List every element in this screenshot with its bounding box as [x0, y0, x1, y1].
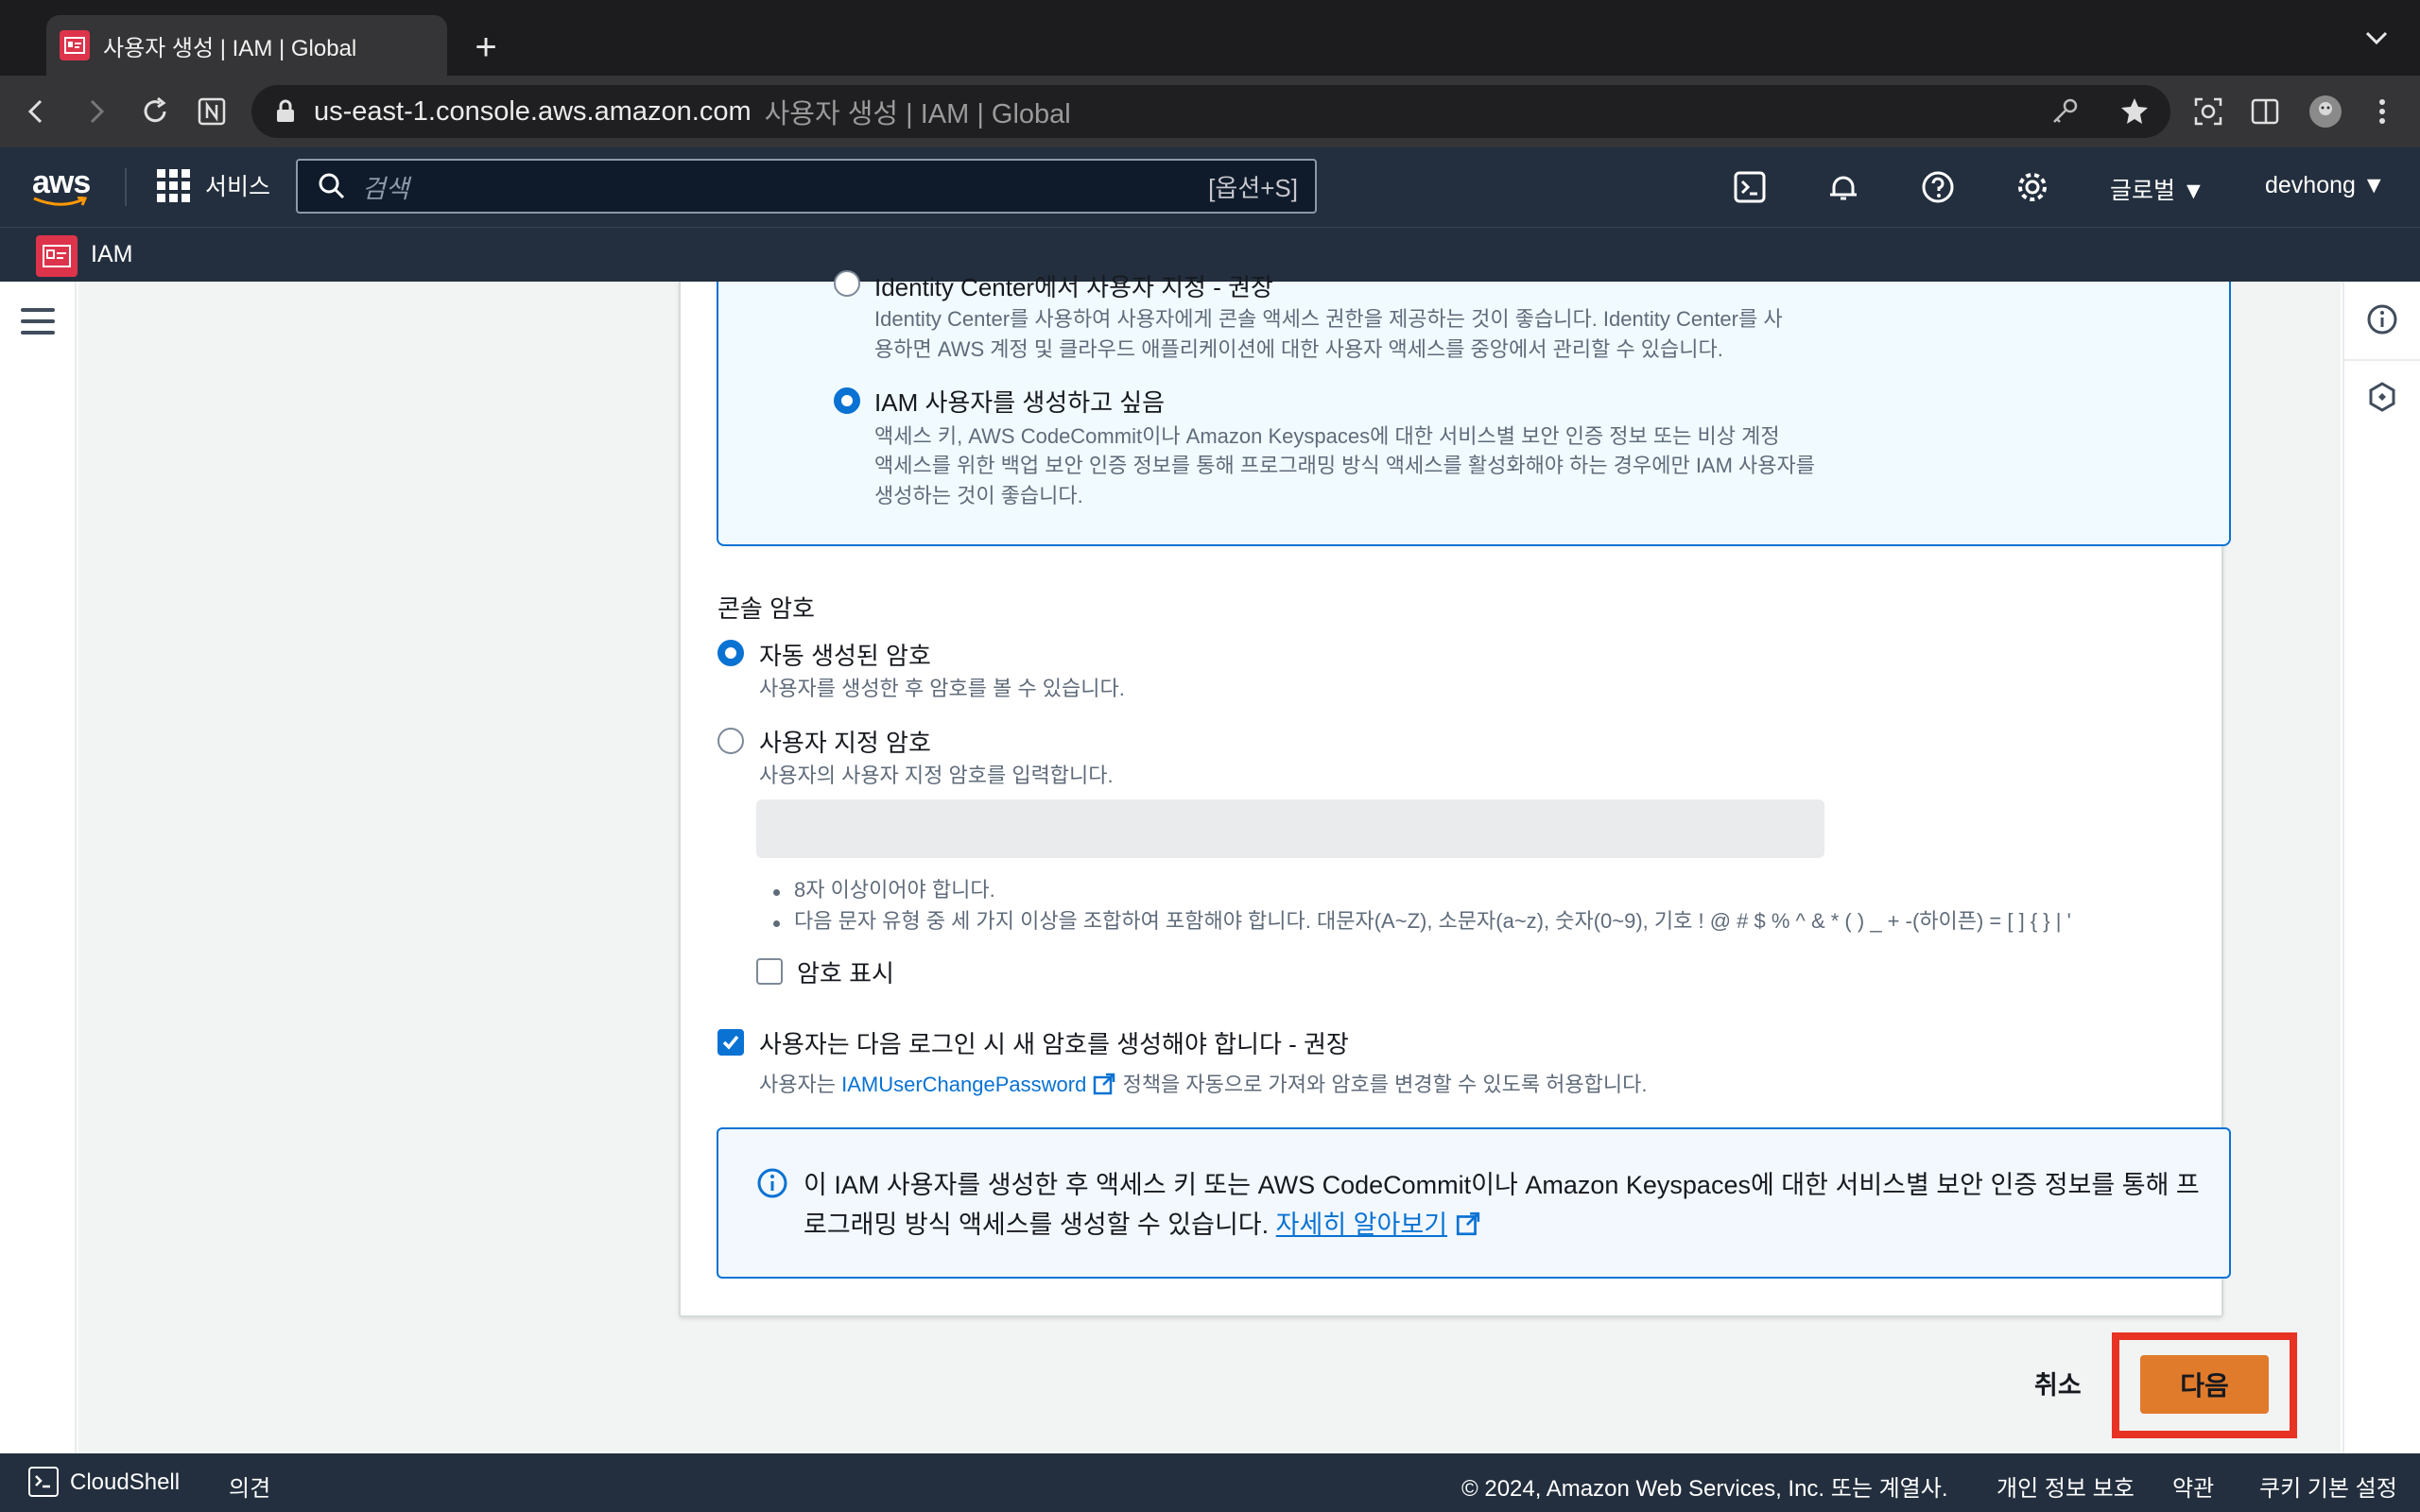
key-icon[interactable] — [2046, 93, 2083, 130]
iam-user-desc: 액세스 키, AWS CodeCommit이나 Amazon Keyspaces… — [874, 424, 1780, 448]
iam-user-label[interactable]: IAM 사용자를 생성하고 싶음 — [874, 384, 1165, 419]
notion-extension-icon[interactable] — [189, 89, 234, 134]
identity-center-label[interactable]: Identity Center에서 사용자 지정 - 권장 — [874, 268, 1273, 303]
auto-password-label[interactable]: 자동 생성된 암호 — [759, 637, 931, 672]
terms-link[interactable]: 약관 — [2172, 1469, 2214, 1503]
grid-icon — [157, 168, 190, 202]
cloudshell-footer-icon[interactable] — [28, 1467, 59, 1497]
console-footer: CloudShell 의견 © 2024, Amazon Web Service… — [0, 1453, 2420, 1512]
account-menu[interactable]: devhong ▼ — [2265, 172, 2386, 199]
iam-user-desc-2: 액세스를 위한 백업 보안 인증 정보를 통해 프로그래밍 방식 액세스를 활성… — [874, 454, 1816, 477]
tutorial-panel-icon[interactable] — [2363, 378, 2401, 416]
url-host: us-east-1.console.aws.amazon.com — [314, 95, 752, 127]
nav-divider — [125, 168, 127, 206]
checkmark-icon — [722, 1035, 739, 1050]
require-reset-desc: 사용자는 IAMUserChangePassword 정책을 자동으로 가져와 … — [759, 1070, 1647, 1100]
learn-more-link[interactable]: 자세히 알아보기 — [1276, 1211, 1447, 1239]
bookmark-star-icon[interactable] — [2116, 93, 2153, 130]
privacy-link[interactable]: 개인 정보 보호 — [1996, 1469, 2135, 1503]
iam-favicon-icon — [60, 30, 90, 60]
chevron-down-icon[interactable] — [2360, 21, 2394, 55]
custom-password-input[interactable] — [756, 799, 1824, 858]
iamuserchangepassword-link[interactable]: IAMUserChangePassword — [841, 1073, 1086, 1096]
help-icon[interactable] — [1919, 168, 1957, 206]
lock-icon — [277, 99, 294, 122]
tab-title: 사용자 생성 | IAM | Global — [103, 35, 357, 61]
show-password-label[interactable]: 암호 표시 — [797, 954, 894, 989]
cancel-button[interactable]: 취소 — [2034, 1365, 2082, 1401]
new-tab-button[interactable]: + — [463, 25, 509, 70]
settings-gear-icon[interactable] — [2014, 168, 2051, 206]
rail-divider — [2344, 359, 2420, 361]
address-bar[interactable]: us-east-1.console.aws.amazon.com 사용자 생성 … — [251, 85, 2170, 138]
screenshot-icon[interactable] — [2189, 93, 2227, 130]
search-input[interactable]: 검색 [옵션+S] — [296, 159, 1317, 214]
service-name[interactable]: IAM — [91, 241, 132, 268]
aws-top-nav: aws 서비스 검색 [옵션+S] 글로벌 ▼ devhong ▼ — [0, 147, 2420, 227]
custom-password-desc: 사용자의 사용자 지정 암호를 입력합니다. — [759, 764, 1114, 787]
info-icon — [757, 1168, 787, 1198]
info-panel-icon[interactable] — [2363, 301, 2401, 338]
menu-hamburger-icon[interactable] — [21, 308, 55, 335]
copyright-text: © 2024, Amazon Web Services, Inc. 또는 계열사… — [1461, 1476, 1948, 1502]
iam-service-icon[interactable] — [36, 235, 78, 277]
iam-user-desc-3: 생성하는 것이 좋습니다. — [874, 484, 1083, 507]
rule-bullet — [773, 889, 780, 896]
cloudshell-link[interactable]: CloudShell — [70, 1469, 180, 1496]
browser-tab-strip: 사용자 생성 | IAM | Global + — [0, 0, 2420, 76]
cloudshell-icon[interactable] — [1731, 168, 1769, 206]
iam-user-radio[interactable] — [834, 387, 860, 414]
console-password-heading: 콘솔 암호 — [717, 594, 815, 623]
services-menu-button[interactable]: 서비스 — [157, 168, 270, 202]
services-label: 서비스 — [205, 174, 271, 200]
region-selector[interactable]: 글로벌 ▼ — [2110, 172, 2205, 206]
feedback-link[interactable]: 의견 — [229, 1469, 270, 1503]
reset-desc-suffix: 정책을 자동으로 가져와 암호를 변경할 수 있도록 허용합니다. — [1122, 1073, 1648, 1096]
custom-password-radio[interactable] — [717, 728, 744, 754]
back-icon[interactable] — [13, 89, 59, 134]
split-view-icon[interactable] — [2246, 93, 2284, 130]
forward-icon[interactable] — [74, 89, 119, 134]
left-rail — [0, 282, 77, 1453]
cookie-preferences-link[interactable]: 쿠키 기본 설정 — [2259, 1469, 2397, 1503]
right-rail — [2342, 282, 2420, 1453]
more-menu-icon[interactable] — [2363, 93, 2401, 130]
browser-toolbar: us-east-1.console.aws.amazon.com 사용자 생성 … — [0, 76, 2420, 147]
auto-password-desc: 사용자를 생성한 후 암호를 볼 수 있습니다. — [759, 677, 1125, 700]
info-alert: 이 IAM 사용자를 생성한 후 액세스 키 또는 AWS CodeCommit… — [717, 1127, 2231, 1279]
url-page-title: 사용자 생성 | IAM | Global — [764, 99, 1071, 129]
search-placeholder: 검색 — [362, 174, 409, 203]
info-alert-message: 이 IAM 사용자를 생성한 후 액세스 키 또는 AWS CodeCommit… — [804, 1171, 2200, 1239]
external-link-icon[interactable] — [1455, 1211, 1481, 1237]
reset-desc-prefix: 사용자는 — [759, 1073, 836, 1096]
browser-tab[interactable]: 사용자 생성 | IAM | Global — [46, 15, 447, 76]
require-reset-checkbox[interactable] — [717, 1029, 744, 1056]
password-rule-chars: 다음 문자 유형 중 세 가지 이상을 조합하여 포함해야 합니다. 대문자(A… — [794, 909, 2071, 933]
profile-avatar-icon[interactable] — [2307, 93, 2344, 130]
notifications-bell-icon[interactable] — [1824, 168, 1862, 206]
custom-password-label[interactable]: 사용자 지정 암호 — [759, 724, 931, 759]
password-rule-length: 8자 이상이어야 합니다. — [794, 878, 995, 902]
rule-bullet — [773, 920, 780, 927]
identity-center-radio[interactable] — [834, 270, 860, 297]
identity-center-desc: Identity Center를 사용하여 사용자에게 콘솔 액세스 권한을 제… — [874, 307, 1783, 331]
info-alert-text: 이 IAM 사용자를 생성한 후 액세스 키 또는 AWS CodeCommit… — [804, 1165, 2203, 1245]
auto-password-radio[interactable] — [717, 640, 744, 666]
show-password-checkbox[interactable] — [756, 958, 783, 985]
aws-smile-icon — [33, 197, 88, 206]
next-button[interactable]: 다음 — [2140, 1355, 2269, 1414]
require-reset-label[interactable]: 사용자는 다음 로그인 시 새 암호를 생성해야 합니다 - 권장 — [759, 1025, 1349, 1060]
search-icon — [319, 173, 345, 199]
reload-icon[interactable] — [132, 89, 178, 134]
external-link-icon[interactable] — [1092, 1072, 1116, 1096]
search-shortcut: [옵션+S] — [1208, 173, 1298, 202]
identity-center-desc-2: 용하면 AWS 계정 및 클라우드 애플리케이션에 대한 사용자 액세스를 중앙… — [874, 337, 1723, 361]
